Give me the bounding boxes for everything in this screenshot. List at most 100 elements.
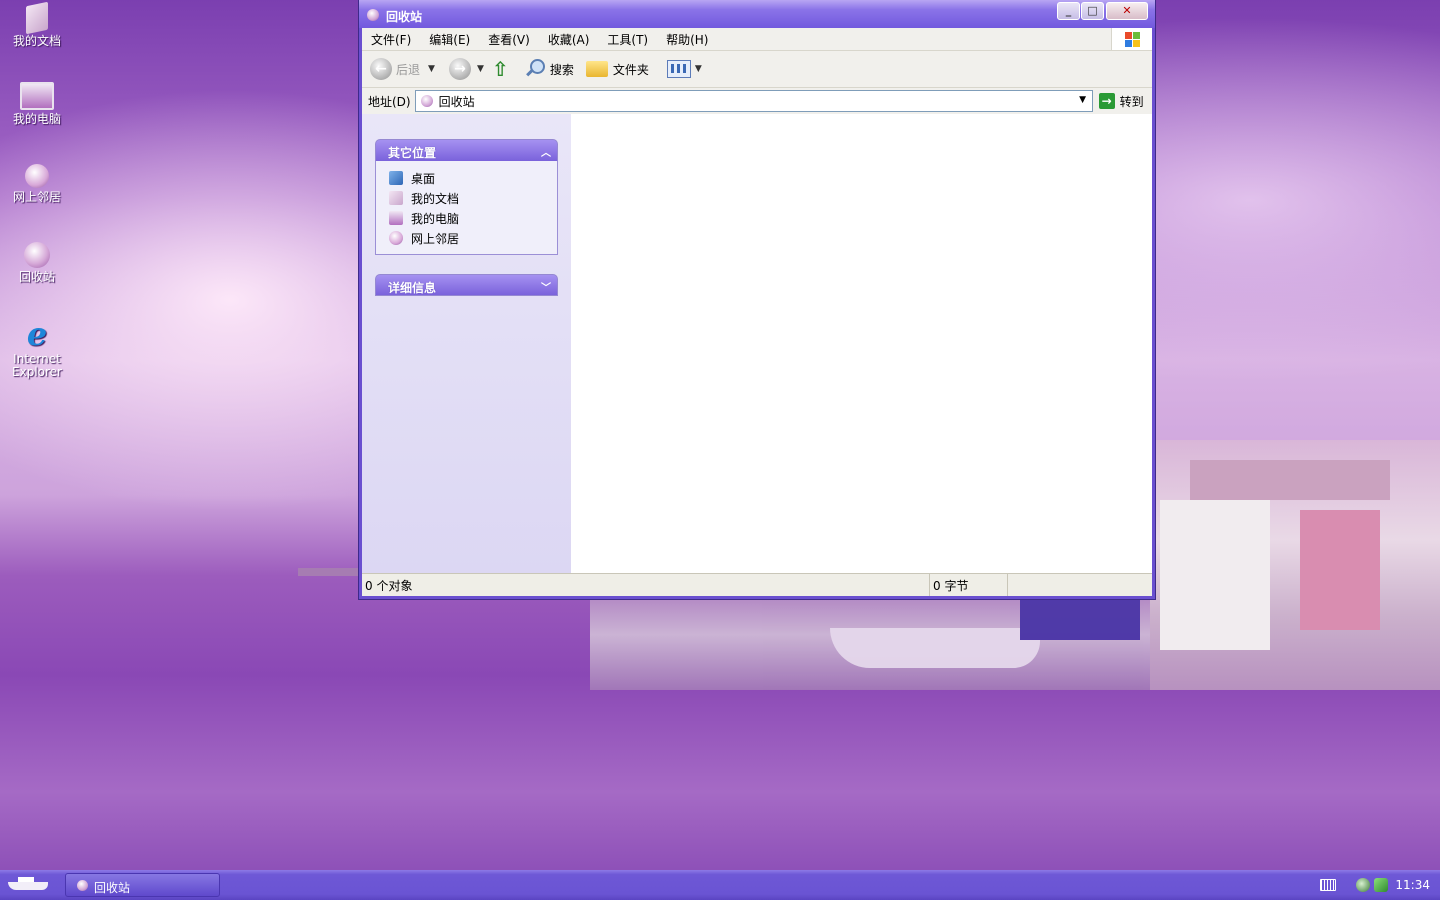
wallpaper-building xyxy=(1020,600,1140,640)
desktop-icon-my-documents[interactable]: 我的文档 xyxy=(0,1,74,48)
desktop-icon-label: Explorer xyxy=(12,365,62,379)
place-link-network[interactable]: 网上邻居 xyxy=(376,228,557,248)
address-bar: 地址(D) 回收站 ▼ → 转到 xyxy=(362,88,1152,115)
desktop-icon-label: 我的文档 xyxy=(12,34,61,48)
views-icon xyxy=(666,60,691,78)
views-button[interactable]: ▼ xyxy=(666,60,702,78)
task-pane: 其它位置 ︿ 桌面 我的文档 我的电脑 网上邻居 详细信息 ﹀ xyxy=(362,114,571,574)
other-places-header[interactable]: 其它位置 ︿ xyxy=(375,139,558,161)
my-documents-icon xyxy=(389,191,403,205)
back-button[interactable]: ← 后退 ▼ xyxy=(370,58,435,80)
desktop-icon-my-computer[interactable]: 我的电脑 xyxy=(0,82,74,126)
views-dropdown-icon: ▼ xyxy=(694,64,702,74)
forward-arrow-icon: → xyxy=(448,58,471,80)
folder-icon xyxy=(585,61,608,77)
go-button[interactable]: → 转到 xyxy=(1098,93,1144,110)
details-panel: 详细信息 ﹀ xyxy=(375,274,558,296)
network-places-icon xyxy=(25,164,49,188)
recycle-bin-icon xyxy=(420,95,433,107)
forward-dropdown-icon[interactable]: ▼ xyxy=(477,64,484,74)
place-link-my-documents[interactable]: 我的文档 xyxy=(376,188,557,208)
place-link-label: 网上邻居 xyxy=(411,231,460,246)
menu-file[interactable]: 文件(F) xyxy=(362,31,420,48)
window-title: 回收站 xyxy=(386,10,423,24)
status-bar: 0 个对象 0 字节 xyxy=(362,573,1152,596)
place-link-desktop[interactable]: 桌面 xyxy=(376,168,557,188)
desktop-icon-label: 网上邻居 xyxy=(12,190,61,204)
search-icon xyxy=(524,58,546,80)
go-arrow-icon: → xyxy=(1098,93,1115,109)
menu-view[interactable]: 查看(V) xyxy=(479,31,539,48)
status-object-count: 0 个对象 xyxy=(362,574,930,596)
windows-logo-part xyxy=(1125,40,1132,47)
back-arrow-icon: ← xyxy=(370,58,392,80)
status-zone xyxy=(1008,574,1152,596)
folders-button[interactable]: 文件夹 xyxy=(585,61,649,78)
place-link-label: 桌面 xyxy=(411,171,436,186)
my-computer-icon xyxy=(389,211,403,225)
clock[interactable]: 11:34 xyxy=(1395,878,1430,892)
toolbar: ← 后退 ▼ → ▼ ⇧ 搜索 文件夹 ▼ xyxy=(362,51,1152,88)
expand-chevron-icon[interactable]: ﹀ xyxy=(541,279,551,294)
wallpaper-building xyxy=(1160,500,1270,650)
taskbar: 回收站 11:34 xyxy=(0,870,1440,900)
desktop-icon-internet-explorer[interactable]: e Internet Explorer xyxy=(0,318,74,379)
keyboard-icon[interactable] xyxy=(1320,879,1336,891)
go-label: 转到 xyxy=(1119,94,1144,109)
desktop-icon-label: 回收站 xyxy=(18,270,55,284)
content-area: 其它位置 ︿ 桌面 我的文档 我的电脑 网上邻居 详细信息 ﹀ xyxy=(362,114,1152,574)
close-button[interactable]: ✕ xyxy=(1106,2,1148,20)
menu-help[interactable]: 帮助(H) xyxy=(657,31,717,48)
desktop-icon xyxy=(389,171,403,185)
folders-label: 文件夹 xyxy=(612,62,649,77)
place-link-label: 我的文档 xyxy=(411,191,460,206)
other-places-panel: 其它位置 ︿ 桌面 我的文档 我的电脑 网上邻居 xyxy=(375,139,558,255)
address-dropdown-icon[interactable]: ▼ xyxy=(1076,93,1090,107)
recycle-bin-window: 回收站 _ □ ✕ 文件(F) 编辑(E) 查看(V) 收藏(A) 工具(T) … xyxy=(358,0,1156,600)
desktop-icon-label: 我的电脑 xyxy=(12,112,61,126)
address-input[interactable]: 回收站 ▼ xyxy=(414,90,1093,112)
status-size: 0 字节 xyxy=(930,574,1008,596)
system-tray: 11:34 xyxy=(1316,870,1440,900)
up-button[interactable]: ⇧ xyxy=(492,58,512,80)
desktop-icon-recycle-bin[interactable]: 回收站 xyxy=(0,242,74,284)
start-button[interactable] xyxy=(0,870,60,900)
menu-favorites[interactable]: 收藏(A) xyxy=(539,31,599,48)
menu-tools[interactable]: 工具(T) xyxy=(598,31,657,48)
tray-security-icon[interactable] xyxy=(1374,878,1388,892)
recycle-bin-icon xyxy=(367,9,379,21)
back-dropdown-icon[interactable]: ▼ xyxy=(428,64,435,74)
taskbar-item-recycle-bin[interactable]: 回收站 xyxy=(65,873,220,897)
details-header[interactable]: 详细信息 ﹀ xyxy=(375,274,558,296)
search-label: 搜索 xyxy=(549,62,574,77)
windows-logo-part xyxy=(1133,32,1140,39)
desktop-icon-network[interactable]: 网上邻居 xyxy=(0,164,74,204)
search-button[interactable]: 搜索 xyxy=(524,58,574,80)
collapse-chevron-icon[interactable]: ︿ xyxy=(541,144,551,159)
network-places-icon xyxy=(389,231,403,245)
address-value: 回收站 xyxy=(438,94,475,109)
my-computer-icon xyxy=(20,82,54,110)
minimize-button[interactable]: _ xyxy=(1057,2,1080,20)
forward-button[interactable]: → ▼ xyxy=(448,58,484,80)
place-link-label: 我的电脑 xyxy=(411,211,460,226)
windows-logo-part xyxy=(1133,40,1140,47)
wallpaper-building xyxy=(1300,510,1380,630)
title-bar[interactable]: 回收站 _ □ ✕ xyxy=(359,0,1155,28)
address-label: 地址(D) xyxy=(368,94,411,109)
tray-network-icon[interactable] xyxy=(1356,878,1370,892)
recycle-bin-icon xyxy=(77,880,88,891)
wallpaper-building xyxy=(1190,460,1390,500)
windows-logo-part xyxy=(1125,32,1132,39)
place-link-my-computer[interactable]: 我的电脑 xyxy=(376,208,557,228)
wallpaper-ship xyxy=(830,628,1040,668)
start-logo-icon xyxy=(8,882,48,890)
maximize-button[interactable]: □ xyxy=(1081,2,1104,20)
menu-edit[interactable]: 编辑(E) xyxy=(420,31,479,48)
window-body: 文件(F) 编辑(E) 查看(V) 收藏(A) 工具(T) 帮助(H) ← 后退… xyxy=(362,28,1152,596)
up-folder-icon: ⇧ xyxy=(491,57,509,81)
details-title: 详细信息 xyxy=(388,281,437,295)
menu-bar: 文件(F) 编辑(E) 查看(V) 收藏(A) 工具(T) 帮助(H) xyxy=(362,28,1152,51)
my-documents-icon xyxy=(26,1,48,35)
back-label: 后退 xyxy=(396,62,421,77)
